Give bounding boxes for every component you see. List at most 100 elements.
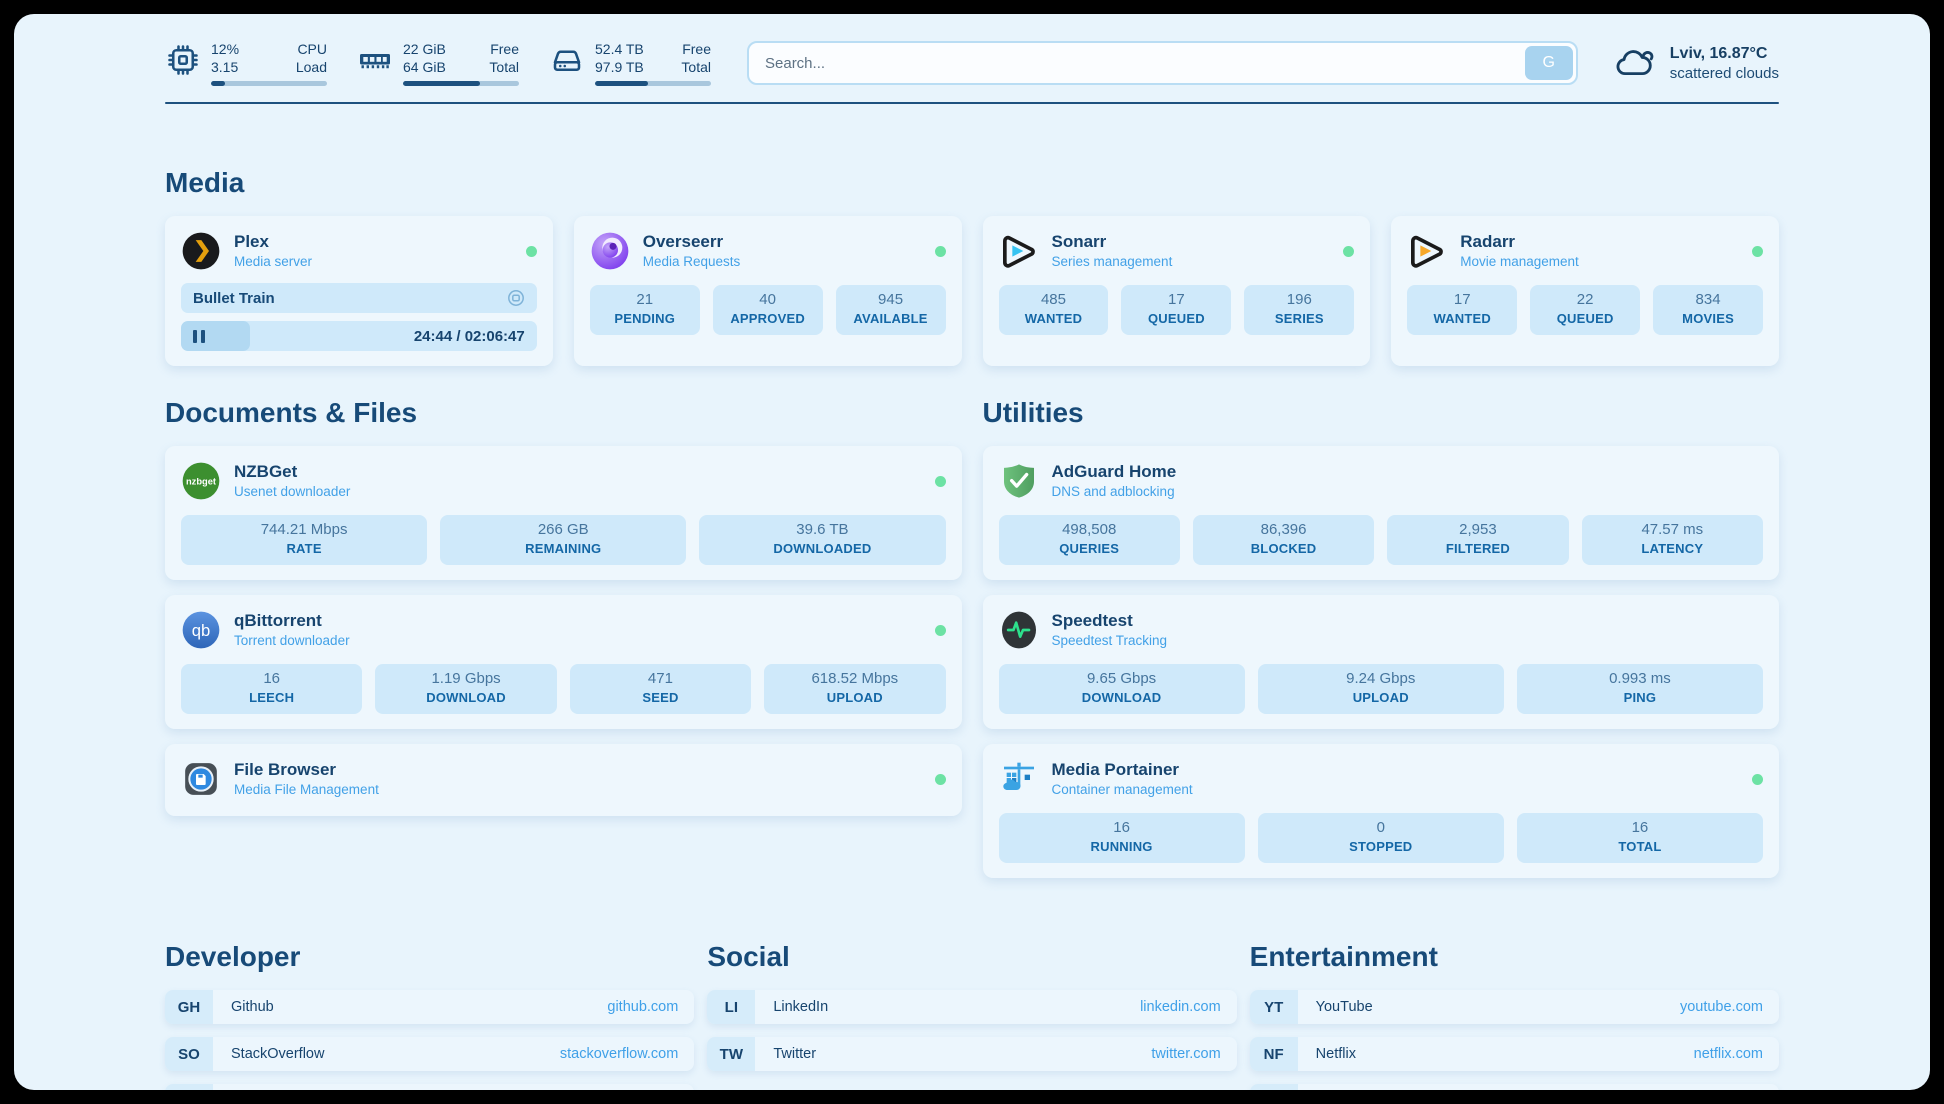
- weather-condition: scattered clouds: [1670, 64, 1779, 84]
- app-name: AdGuard Home: [1052, 461, 1177, 482]
- search-input[interactable]: [747, 41, 1578, 85]
- link-url[interactable]: youtube.com: [1680, 999, 1763, 1015]
- ram-free: 22 GiB: [403, 40, 446, 58]
- nzbget-icon: nzbget: [181, 461, 221, 501]
- app-subtitle: Media File Management: [234, 781, 379, 799]
- app-name: NZBGet: [234, 461, 350, 482]
- stat-box: 744.21 MbpsRATE: [181, 515, 427, 565]
- ram-free-label: Free: [490, 40, 519, 58]
- ram-total-label: Total: [489, 58, 519, 76]
- app-card-sonarr[interactable]: Sonarr Series management 485WANTED 17QUE…: [983, 216, 1371, 366]
- developer-section: Developer GH Github github.com SO StackO…: [165, 940, 694, 1090]
- cpu-percent: 12%: [211, 40, 239, 58]
- app-subtitle: Container management: [1052, 781, 1193, 799]
- link-netflix[interactable]: NF Netflix netflix.com: [1250, 1037, 1779, 1071]
- app-subtitle: DNS and adblocking: [1052, 483, 1177, 501]
- disk-icon: [549, 42, 585, 78]
- status-dot: [1752, 774, 1763, 785]
- stat-box: 16LEECH: [181, 664, 362, 714]
- app-card-adguard[interactable]: AdGuard Home DNS and adblocking 498,508Q…: [983, 446, 1780, 580]
- stat-box: 40APPROVED: [713, 285, 823, 335]
- app-card-nzbget[interactable]: nzbget NZBGet Usenet downloader 744.21 M…: [165, 446, 962, 580]
- app-subtitle: Torrent downloader: [234, 632, 350, 650]
- app-name: Speedtest: [1052, 610, 1168, 631]
- disk-progress-bar: [595, 81, 711, 86]
- section-title-social: Social: [707, 940, 1236, 974]
- documents-column: Documents & Files nzbget NZBGet Usenet d…: [165, 396, 962, 878]
- app-name: qBittorrent: [234, 610, 350, 631]
- app-card-qbittorrent[interactable]: qb qBittorrent Torrent downloader 16LEEC…: [165, 595, 962, 729]
- stat-box: 86,396BLOCKED: [1193, 515, 1374, 565]
- app-card-speedtest[interactable]: Speedtest Speedtest Tracking 9.65 GbpsDO…: [983, 595, 1780, 729]
- link-reddit[interactable]: RE Reddit reddit.com: [1250, 1084, 1779, 1090]
- svg-text:qb: qb: [192, 621, 211, 640]
- app-name: Overseerr: [643, 231, 741, 252]
- plex-icon: [181, 231, 221, 271]
- stat-box: 0.993 msPING: [1517, 664, 1763, 714]
- link-url[interactable]: linkedin.com: [1140, 999, 1221, 1015]
- status-dot: [1752, 246, 1763, 257]
- app-card-radarr[interactable]: Radarr Movie management 17WANTED 22QUEUE…: [1391, 216, 1779, 366]
- dashboard-page: 12%CPU 3.15Load 22 GiBFree 64 GiBTotal: [14, 14, 1930, 1090]
- app-name: Plex: [234, 231, 312, 252]
- link-twitter[interactable]: TW Twitter twitter.com: [707, 1037, 1236, 1071]
- ram-progress-bar: [403, 81, 519, 86]
- link-url[interactable]: stackoverflow.com: [560, 1046, 678, 1062]
- disk-free-label: Free: [682, 40, 711, 58]
- stat-box: 834MOVIES: [1653, 285, 1763, 335]
- app-subtitle: Usenet downloader: [234, 483, 350, 501]
- link-abbr: YT: [1250, 990, 1298, 1024]
- link-name: LinkedIn: [773, 999, 828, 1015]
- stat-box: 9.24 GbpsUPLOAD: [1258, 664, 1504, 714]
- app-card-plex[interactable]: Plex Media server Bullet Train 24:44 / 0…: [165, 216, 553, 366]
- app-subtitle: Movie management: [1460, 253, 1579, 271]
- stat-box: 196SERIES: [1244, 285, 1354, 335]
- link-url[interactable]: github.com: [607, 999, 678, 1015]
- stat-box: 22QUEUED: [1530, 285, 1640, 335]
- link-linkedin[interactable]: LI LinkedIn linkedin.com: [707, 990, 1236, 1024]
- link-stackoverflow[interactable]: SO StackOverflow stackoverflow.com: [165, 1037, 694, 1071]
- header-divider: [165, 102, 1779, 104]
- cpu-load-label: Load: [296, 58, 327, 76]
- stat-box: 9.65 GbpsDOWNLOAD: [999, 664, 1245, 714]
- svg-text:nzbget: nzbget: [186, 476, 216, 486]
- playback-progress-bar[interactable]: 24:44 / 02:06:47: [181, 321, 537, 351]
- link-name: StackOverflow: [231, 1046, 324, 1062]
- google-search-button[interactable]: G: [1525, 46, 1573, 80]
- link-github[interactable]: GH Github github.com: [165, 990, 694, 1024]
- weather-location-temp: Lviv, 16.87°C: [1670, 43, 1779, 64]
- weather-widget[interactable]: Lviv, 16.87°C scattered clouds: [1614, 43, 1779, 84]
- link-url[interactable]: twitter.com: [1151, 1046, 1220, 1062]
- link-url[interactable]: netflix.com: [1694, 1046, 1763, 1062]
- stat-box: 17QUEUED: [1121, 285, 1231, 335]
- stat-box: 39.6 TBDOWNLOADED: [699, 515, 945, 565]
- link-name: Github: [231, 999, 274, 1015]
- app-card-portainer[interactable]: Media Portainer Container management 16R…: [983, 744, 1780, 878]
- adguard-icon: [999, 461, 1039, 501]
- sonarr-icon: [999, 231, 1039, 271]
- stat-box: 618.52 MbpsUPLOAD: [764, 664, 945, 714]
- link-youtube[interactable]: YT YouTube youtube.com: [1250, 990, 1779, 1024]
- cpu-label: CPU: [297, 40, 327, 58]
- header-bar: 12%CPU 3.15Load 22 GiBFree 64 GiBTotal: [165, 14, 1779, 86]
- app-card-overseerr[interactable]: Overseerr Media Requests 21PENDING 40APP…: [574, 216, 962, 366]
- social-section: Social LI LinkedIn linkedin.com TW Twitt…: [707, 940, 1236, 1090]
- link-dev[interactable]: DT DEV dev.to: [165, 1084, 694, 1090]
- stat-box: 485WANTED: [999, 285, 1109, 335]
- app-card-filebrowser[interactable]: File Browser Media File Management: [165, 744, 962, 816]
- app-name: Radarr: [1460, 231, 1579, 252]
- now-playing-row: Bullet Train: [181, 283, 537, 313]
- stat-box: 945AVAILABLE: [836, 285, 946, 335]
- link-abbr: DT: [165, 1084, 213, 1090]
- system-stats: 12%CPU 3.15Load 22 GiBFree 64 GiBTotal: [165, 40, 711, 86]
- portainer-icon: [999, 759, 1039, 799]
- stat-box: 0STOPPED: [1258, 813, 1504, 863]
- cpu-stat: 12% CPU 3.15 Load: [165, 40, 327, 86]
- memory-stat: 22 GiBFree 64 GiBTotal: [357, 40, 519, 86]
- cast-icon: [507, 289, 525, 307]
- link-abbr: NF: [1250, 1037, 1298, 1071]
- cpu-load: 3.15: [211, 58, 238, 76]
- stat-box: 16RUNNING: [999, 813, 1245, 863]
- app-subtitle: Series management: [1052, 253, 1173, 271]
- pause-icon[interactable]: [193, 330, 205, 343]
